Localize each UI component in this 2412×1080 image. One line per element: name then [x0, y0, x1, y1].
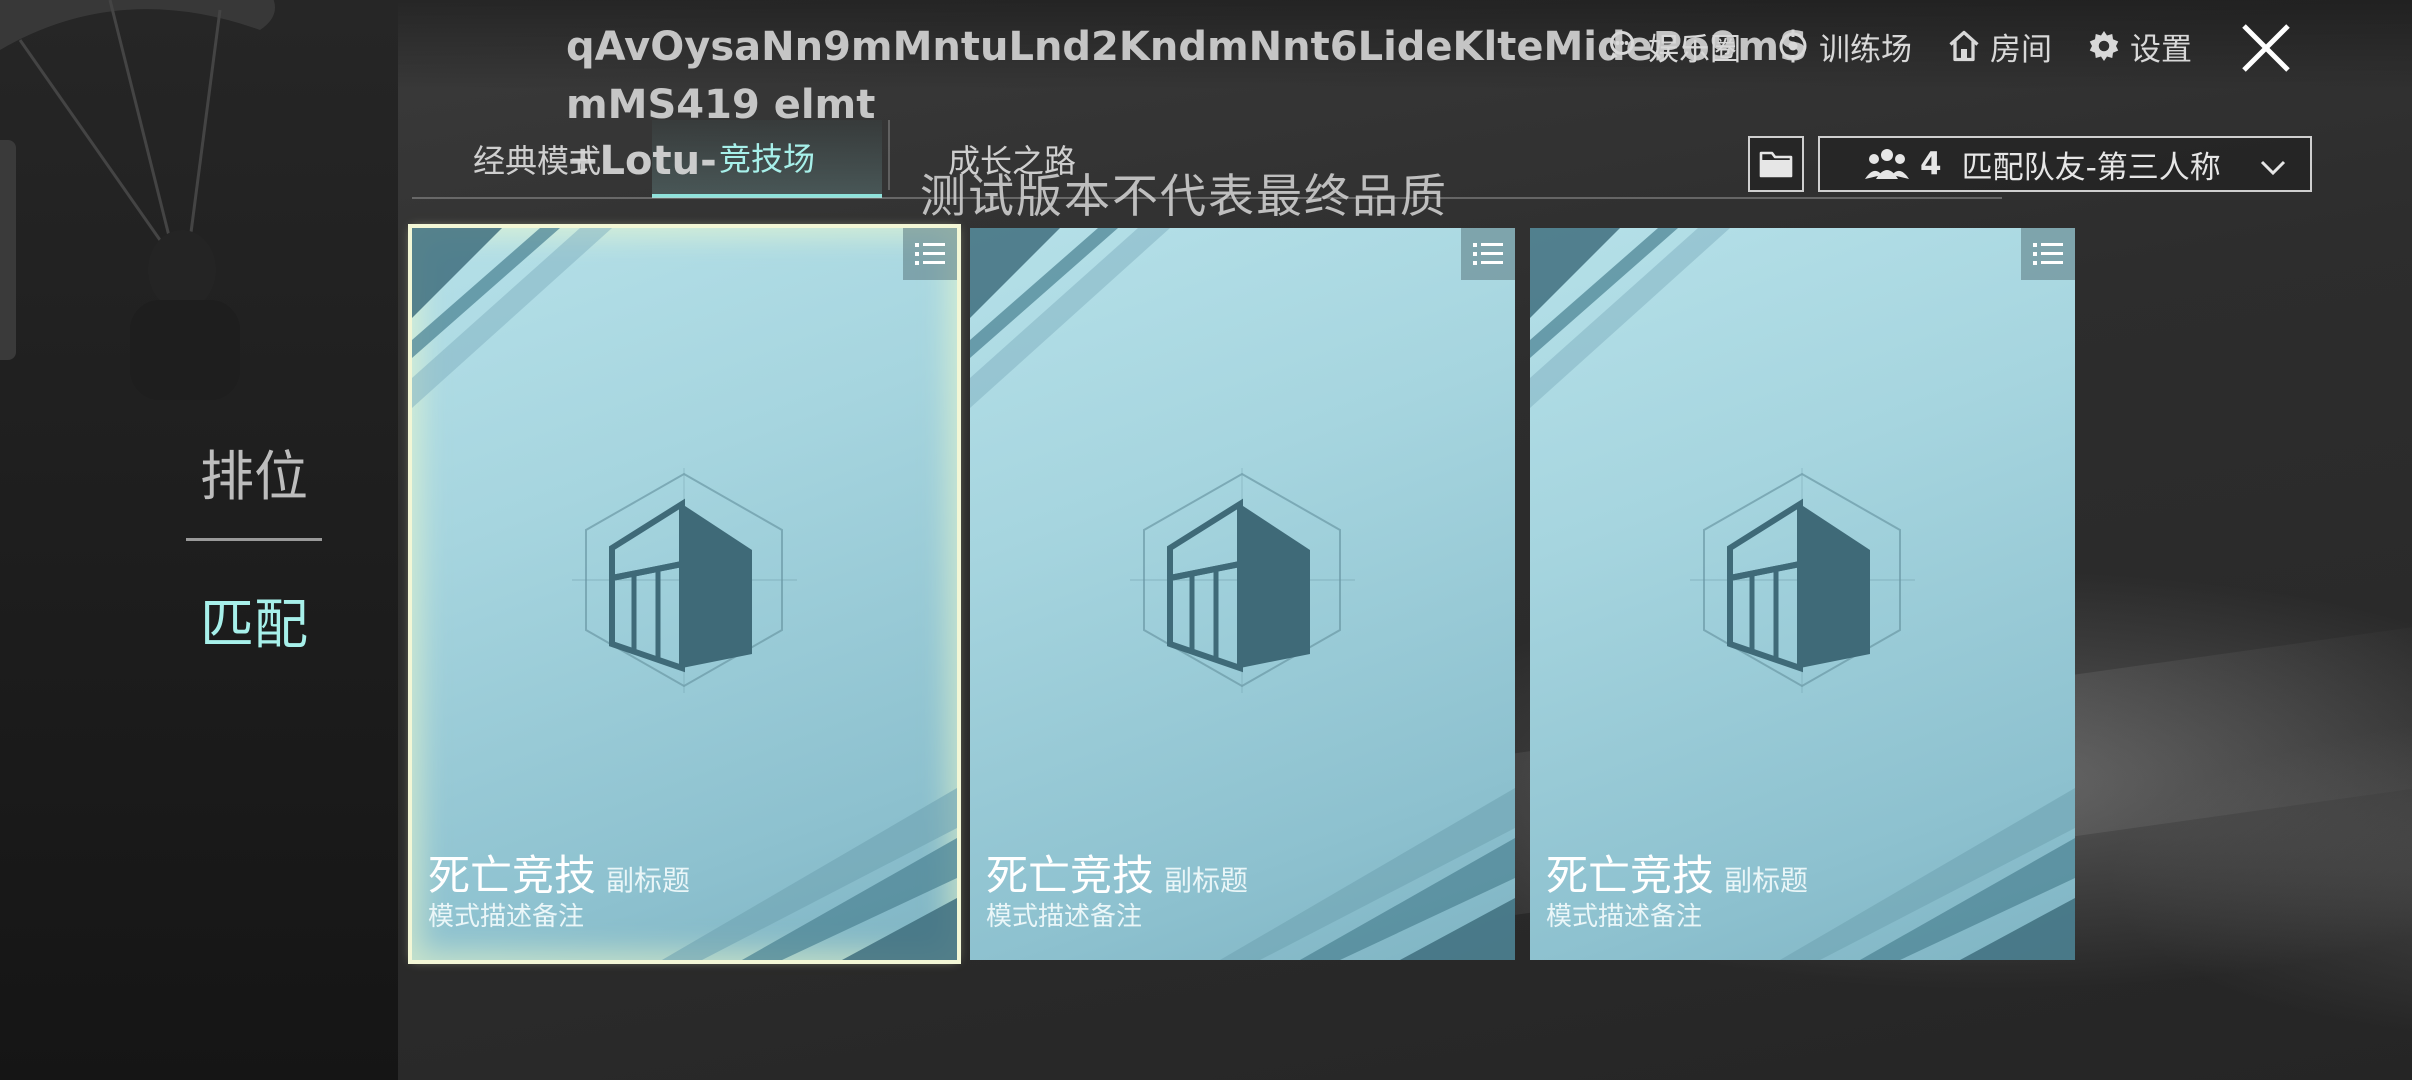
top-menu: 娱乐圈 训练场 房间 设置: [1604, 20, 2192, 72]
card-title: 死亡竞技: [986, 851, 1155, 900]
team-icon: [1865, 149, 1909, 179]
top-menu-training[interactable]: 训练场: [1775, 24, 1912, 69]
entertainment-icon: [1610, 31, 1634, 60]
top-menu-entertainment[interactable]: 娱乐圈: [1604, 24, 1741, 69]
list-icon: [1473, 243, 1503, 265]
card-description: 模式描述备注: [986, 902, 1143, 932]
training-icon: [1779, 29, 1807, 63]
mode-card-2[interactable]: 死亡竞技 副标题 模式描述备注: [970, 228, 1515, 960]
close-icon[interactable]: [2236, 18, 2296, 78]
top-menu-entertainment-label: 娱乐圈: [1648, 31, 1741, 68]
top-menu-settings-label: 设置: [2130, 31, 2192, 68]
debug-session-tail: +Lotu-: [566, 138, 717, 184]
card-title: 死亡竞技: [1546, 851, 1715, 900]
top-menu-room-label: 房间: [1990, 31, 2052, 68]
list-icon: [2033, 243, 2063, 265]
chevron-down-icon: [2260, 160, 2286, 176]
side-nav-match[interactable]: 匹配: [186, 580, 322, 659]
game-mode-screen: qAvOysaNn9mMntuLnd2KndmNnt6LideKlteMideP…: [0, 0, 2412, 1080]
test-version-watermark: 测试版本不代表最终品质: [920, 169, 1448, 223]
card-description: 模式描述备注: [428, 902, 585, 932]
card-title-group: 死亡竞技 副标题: [428, 842, 690, 903]
top-menu-training-label: 训练场: [1819, 31, 1912, 68]
left-edge-handle[interactable]: [0, 140, 16, 360]
top-menu-room[interactable]: 房间: [1946, 24, 2052, 69]
mode-card-3[interactable]: 死亡竞技 副标题 模式描述备注: [1530, 228, 2075, 960]
tab-separator: [888, 120, 890, 190]
list-icon: [915, 243, 945, 265]
card-menu-button[interactable]: [1461, 228, 1515, 280]
arena-building-icon: [1130, 468, 1355, 693]
home-icon: [1949, 30, 1979, 62]
arena-building-icon: [572, 468, 797, 693]
arena-building-icon: [1690, 468, 1915, 693]
team-size: 4: [1920, 146, 1942, 182]
card-menu-button[interactable]: [2021, 228, 2075, 280]
side-nav-divider: [186, 538, 322, 541]
side-nav-ranked[interactable]: 排位: [186, 432, 322, 511]
team-mode-label: 匹配队友-第三人称: [1961, 149, 2221, 186]
card-subtitle: 副标题: [1724, 864, 1809, 897]
card-menu-button[interactable]: [903, 228, 957, 280]
folder-icon: [1759, 151, 1793, 178]
folder-button[interactable]: [1748, 136, 1804, 192]
card-description: 模式描述备注: [1546, 902, 1703, 932]
card-title: 死亡竞技: [428, 851, 597, 900]
tab-arena-label: 竞技场: [718, 140, 815, 178]
gear-icon: [2089, 31, 2119, 61]
card-subtitle: 副标题: [606, 864, 691, 897]
mode-card-1[interactable]: 死亡竞技 副标题 模式描述备注: [408, 224, 961, 964]
top-menu-settings[interactable]: 设置: [2086, 24, 2192, 69]
team-mode-select[interactable]: 4 匹配队友-第三人称: [1818, 136, 2312, 192]
card-subtitle: 副标题: [1164, 864, 1249, 897]
card-title-group: 死亡竞技 副标题: [986, 842, 1248, 903]
card-title-group: 死亡竞技 副标题: [1546, 842, 1808, 903]
